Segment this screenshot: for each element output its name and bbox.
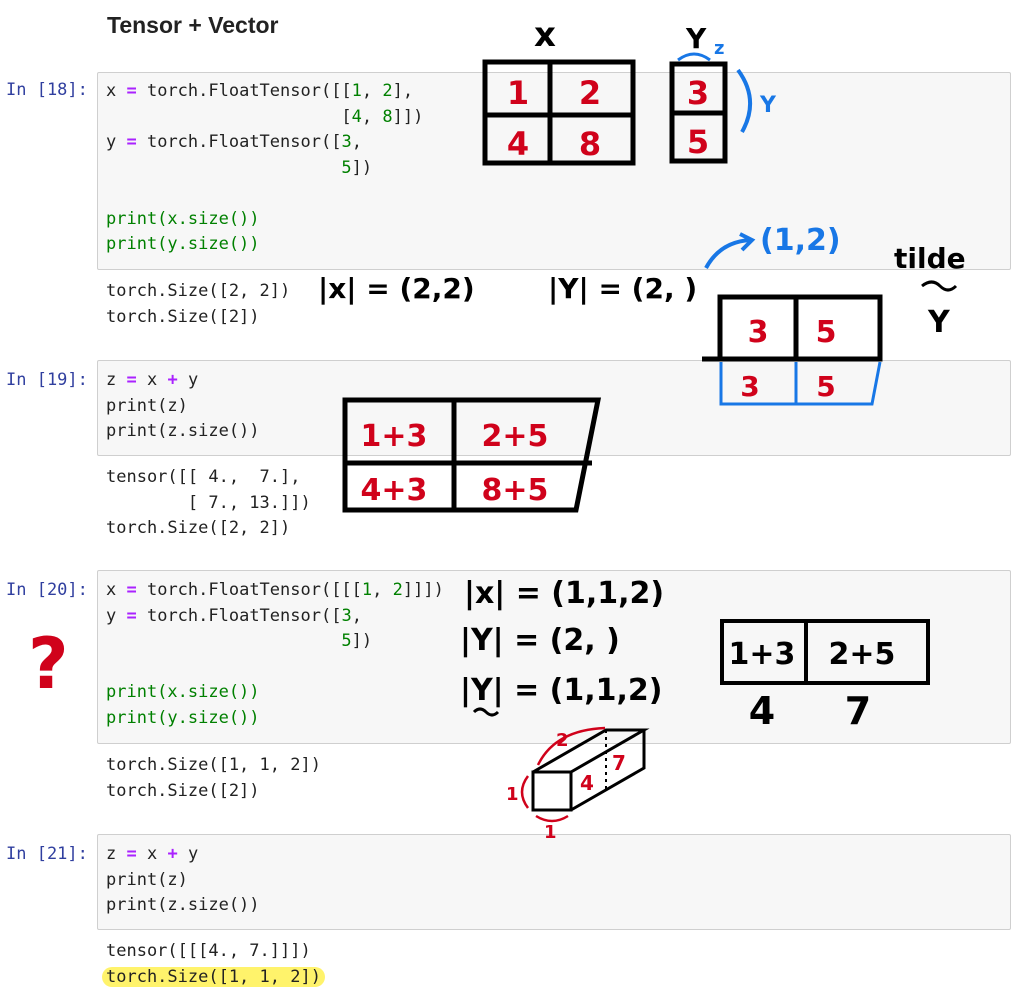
result-value: 7 [845,689,871,733]
x-cell-value: 8 [579,125,601,163]
box-value-label: 7 [612,751,626,775]
tilde-mark [921,280,958,292]
reshaped-size-note: (1,2) [760,223,841,258]
y3-shape-note: |Y| = (2, ) [460,623,620,658]
x-shape-note: |x| = (2,2) [318,272,475,305]
tilde-mark [472,707,500,717]
box-dim-label: 1 [544,822,557,843]
box-left-brace [520,775,530,809]
y-label: Y [685,22,707,55]
tilde-y-label: Y [927,305,951,340]
sum-row-value: 1+3 [729,637,796,672]
x3-shape-note: |x| = (1,1,2) [464,576,664,611]
y-shape-note: |Y| = (2, ) [548,272,697,305]
sum-row-value: 2+5 [829,637,896,672]
y3-tilde-shape-note: |Y| = (1,1,2) [460,673,663,708]
broadcast-copy-value: 5 [816,370,835,403]
x-cell-value: 2 [579,74,601,112]
reshape-arrow [704,238,751,269]
y-cell-value: 3 [687,74,709,112]
box-side-face [570,730,646,812]
broadcast-cell-value: 3 [748,315,769,350]
box-value-label: 4 [580,771,594,795]
box-front-face [531,770,573,812]
sum-cell-value: 1+3 [361,419,428,454]
sum-cell-value: 2+5 [482,419,549,454]
x-cell-value: 4 [507,125,529,163]
question-mark-note: ? [28,623,69,705]
handwritten-annotations: x Y z 1 2 4 8 3 5 Y |x| = (2,2) |Y| = (2… [28,15,966,843]
broadcast-cell-value: 5 [816,315,837,350]
broadcast-copy-value: 3 [740,370,759,403]
y-dim-label: Y [759,93,777,118]
x-label: x [534,15,556,55]
y-cell-value: 5 [687,123,709,161]
x-cell-value: 1 [507,74,529,112]
sum-cell-value: 8+5 [482,473,549,508]
z-label: z [714,38,724,59]
tilde-note: tilde [894,242,966,275]
box-dim-label: 2 [556,730,569,751]
box-dim-label: 1 [506,784,519,805]
result-value: 4 [749,689,775,733]
sum-cell-value: 4+3 [361,473,428,508]
box-top-face [532,728,650,774]
box-bottom-brace [535,814,569,823]
y-dim-brace [736,68,753,133]
broadcast-row-box [717,294,883,362]
